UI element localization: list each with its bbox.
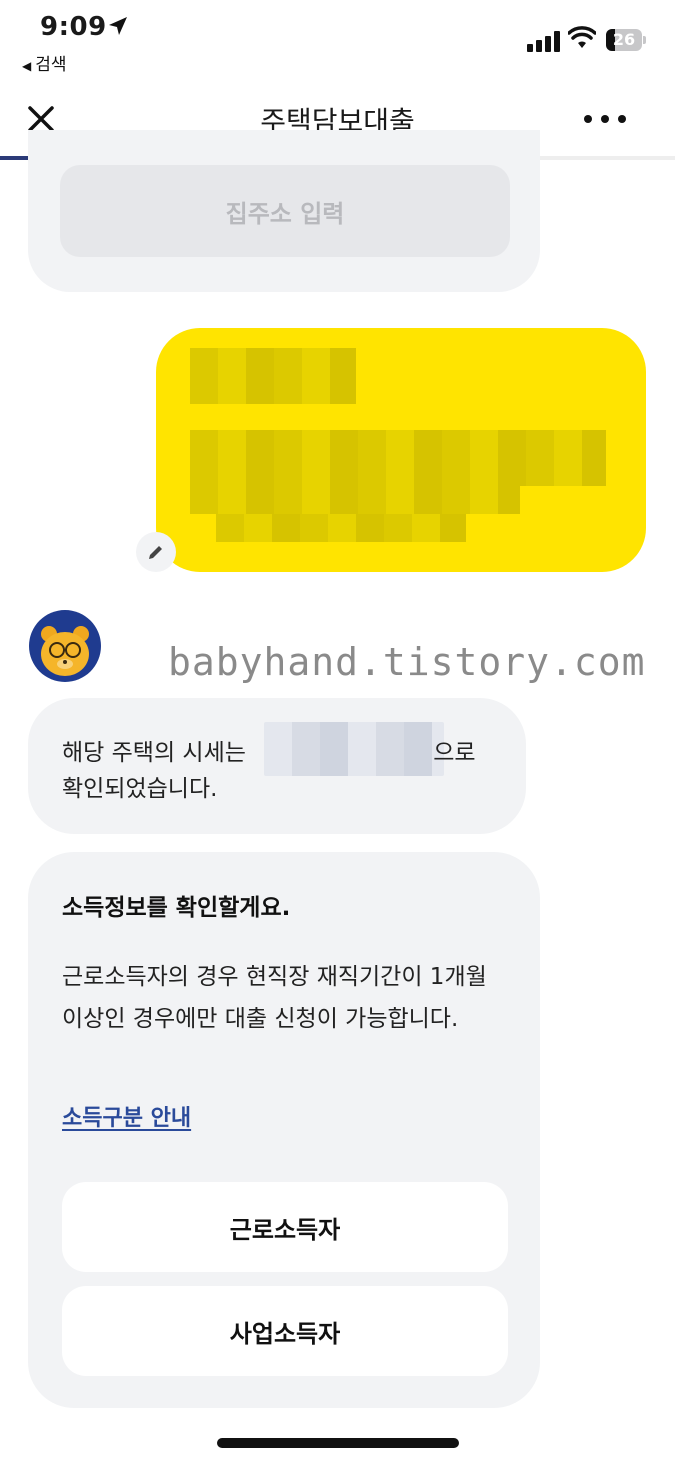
- more-options-button[interactable]: [580, 105, 630, 133]
- back-triangle-icon: ◀: [22, 59, 32, 73]
- wifi-icon: [568, 26, 596, 48]
- user-message-bubble: [156, 328, 646, 572]
- battery-percent: 26: [612, 30, 636, 49]
- more-dot: [584, 115, 592, 123]
- back-to-app-link[interactable]: ◀ 검색: [22, 50, 67, 75]
- battery-indicator: 26: [606, 29, 646, 51]
- income-card-description: 근로소득자의 경우 현직장 재직기간이 1개월 이상인 경우에만 대출 신청이 …: [62, 964, 487, 1032]
- price-message-prefix: 해당 주택의 시세는: [62, 740, 246, 766]
- watermark-text: babyhand.tistory.com: [168, 640, 646, 684]
- price-mask-spacer: [253, 739, 433, 769]
- bot-avatar: [29, 610, 101, 682]
- income-type-guide-link[interactable]: 소득구분 안내: [62, 1100, 191, 1132]
- status-time: 9:09: [40, 12, 107, 42]
- home-indicator: [217, 1438, 459, 1448]
- business-income-button[interactable]: 사업소득자: [62, 1286, 508, 1376]
- back-app-label: 검색: [35, 55, 67, 75]
- location-arrow-icon: [109, 17, 127, 35]
- bear-character-icon: [41, 626, 89, 676]
- income-card-title: 소득정보를 확인할게요.: [62, 895, 291, 921]
- price-message-text: 해당 주택의 시세는 으로 확인되었습니다.: [62, 735, 502, 807]
- cellular-signal-icon: [527, 30, 561, 52]
- pencil-icon: [149, 546, 162, 559]
- edit-message-button[interactable]: [136, 532, 176, 572]
- more-dot: [601, 115, 609, 123]
- more-dot: [618, 115, 626, 123]
- address-input-button[interactable]: 집주소 입력: [60, 165, 510, 257]
- employment-income-button[interactable]: 근로소득자: [62, 1182, 508, 1272]
